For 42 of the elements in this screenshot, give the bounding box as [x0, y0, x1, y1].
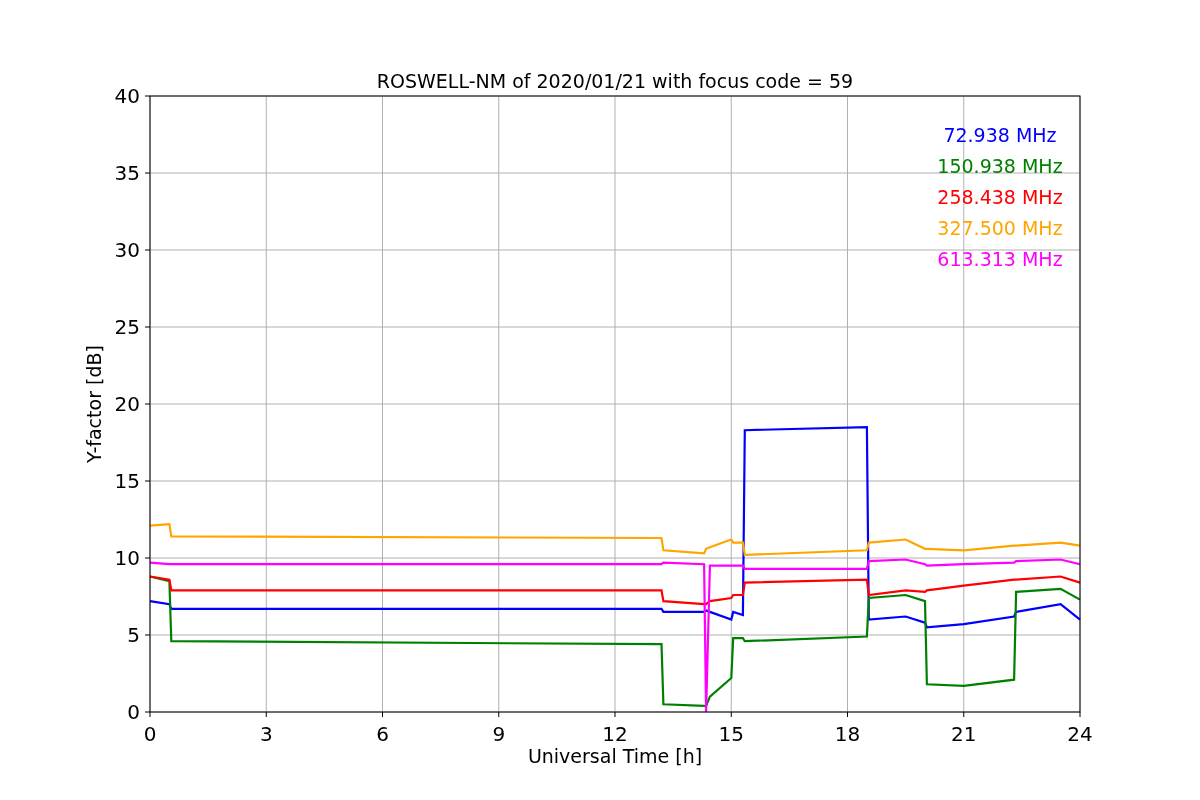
tick-mark	[144, 480, 151, 482]
tick-mark	[144, 95, 151, 97]
chart-title: ROSWELL-NM of 2020/01/21 with focus code = 59	[376, 70, 854, 92]
legend-label: 327.500 MHz	[937, 217, 1063, 239]
tick-mark	[144, 557, 151, 559]
tick-label: 12	[602, 722, 628, 746]
tick-mark	[144, 249, 151, 251]
tick-label: 0	[143, 722, 157, 746]
tick-label: 6	[376, 722, 389, 746]
tick-mark	[498, 711, 500, 718]
tick-mark	[144, 634, 151, 636]
tick-label: 21	[951, 722, 977, 746]
tick-label: 15	[114, 469, 140, 493]
tick-mark	[144, 326, 151, 328]
tick-mark	[382, 711, 383, 718]
tick-label: 30	[114, 238, 140, 262]
legend-label: 150.938 MHz	[937, 155, 1063, 177]
tick-mark	[144, 172, 151, 174]
x-axis-label: Universal Time [h]	[527, 745, 703, 767]
tick-mark	[144, 403, 151, 405]
tick-label: 15	[718, 722, 744, 746]
tick-label: 24	[1067, 722, 1093, 746]
tick-label: 5	[127, 623, 140, 647]
legend-label: 72.938 MHz	[943, 124, 1057, 146]
y-axis-label: Y-factor [dB]	[83, 345, 105, 463]
tick-label: 40	[114, 84, 140, 108]
tick-label: 35	[114, 161, 140, 185]
tick-mark	[730, 711, 732, 718]
tick-mark	[614, 711, 616, 718]
tick-label: 20	[114, 392, 140, 416]
tick-label: 0	[127, 700, 140, 724]
tick-label: 25	[114, 315, 140, 339]
tick-label: 10	[114, 546, 140, 570]
tick-label: 3	[259, 722, 273, 746]
tick-mark	[265, 711, 267, 718]
legend-label: 258.438 MHz	[937, 186, 1063, 208]
tick-mark	[1079, 711, 1081, 718]
tick-mark	[963, 711, 965, 718]
tick-mark	[847, 711, 848, 718]
legend-label: 613.313 MHz	[937, 248, 1063, 270]
tick-label: 9	[492, 722, 506, 746]
tick-label: 18	[834, 722, 861, 746]
